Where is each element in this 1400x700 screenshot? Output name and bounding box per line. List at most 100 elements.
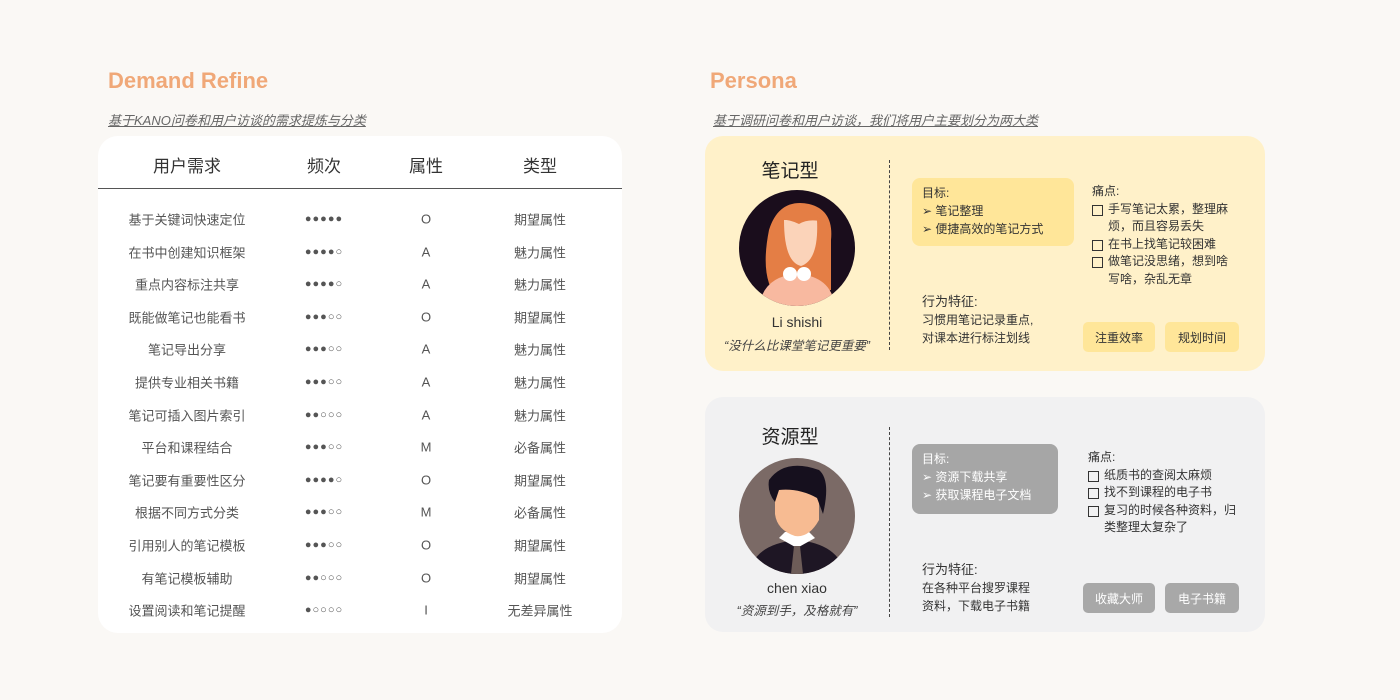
table-cell-need: 重点内容标注共享 <box>134 277 240 293</box>
table-cell-attr: I <box>424 602 428 618</box>
header-type: 类型 <box>523 157 557 176</box>
demand-table: 用户需求 频次 属性 类型 基于关键词快速定位 ●●●●● O 期望属性 在书中创建知识… <box>98 136 622 633</box>
persona-card-note: 笔记型 Li shishi “没什么比课堂笔记更重要” 目标: 笔记整理 便捷高… <box>705 136 1265 371</box>
goal-label: 目标: <box>922 452 950 466</box>
persona-quote: “资源到手，及格就有” <box>736 604 858 618</box>
table-cell-freq: ●●●●● <box>304 213 344 225</box>
persona-card-resource: 资源型 chen xiao “资源到手，及格就有” 目标: 资源下载共享 获取课… <box>705 397 1265 632</box>
pain-points: 痛点: 纸质书的查阅太麻烦 找不到课程的电子书 复习的时候各种资料，归类整理太复… <box>1088 449 1238 537</box>
persona-type: 笔记型 <box>761 161 819 182</box>
table-cell-freq: ●●●●○ <box>304 278 344 291</box>
table-cell-freq: ●●●○○ <box>304 376 344 388</box>
goal-item: 获取课程电子文档 <box>922 486 1048 504</box>
table-cell-freq: ●○○○○ <box>304 604 344 617</box>
persona-quote: “没什么比课堂笔记更重要” <box>724 339 870 353</box>
table-cell-type: 必备属性 <box>513 440 567 456</box>
tag: 收藏大师 <box>1083 583 1155 613</box>
table-cell-need: 平台和课程结合 <box>141 440 233 456</box>
table-cell-type: 魅力属性 <box>513 245 567 261</box>
table-cell-attr: O <box>420 472 432 488</box>
table-cell-need: 既能做笔记也能看书 <box>128 310 246 326</box>
goal-box: 目标: 笔记整理 便捷高效的笔记方式 <box>912 178 1074 246</box>
table-cell-freq: ●●●○○ <box>304 310 344 323</box>
goal-item: 笔记整理 <box>922 202 1064 220</box>
pain-item: 纸质书的查阅太麻烦 <box>1088 467 1238 485</box>
table-cell-freq: ●●●●○ <box>304 245 344 258</box>
avatar-girl-icon <box>739 190 855 306</box>
persona-name: Li shishi <box>771 314 823 330</box>
table-cell-need: 在书中创建知识框架 <box>128 245 246 261</box>
pain-points: 痛点: 手写笔记太累，整理麻烦，而且容易丢失 在书上找笔记较困难 做笔记没思绪，… <box>1092 183 1232 288</box>
pain-label: 痛点: <box>1092 184 1120 198</box>
header-frequency: 频次 <box>307 157 341 176</box>
pain-item: 复习的时候各种资料，归类整理太复杂了 <box>1088 502 1238 537</box>
table-cell-attr: A <box>421 374 431 390</box>
table-cell-need: 有笔记模板辅助 <box>141 571 233 587</box>
demand-subtitle: 基于KANO问卷和用户访谈的需求提炼与分类 <box>108 113 366 128</box>
table-cell-type: 魅力属性 <box>513 408 567 424</box>
table-cell-attr: A <box>421 407 431 423</box>
table-cell-attr: M <box>420 504 432 520</box>
tag: 电子书籍 <box>1165 583 1239 613</box>
pain-item: 在书上找笔记较困难 <box>1092 236 1232 254</box>
table-cell-attr: O <box>420 570 432 586</box>
table-cell-type: 期望属性 <box>513 473 567 489</box>
table-cell-freq: ●●●○○ <box>304 506 344 519</box>
persona-type: 资源型 <box>761 427 819 448</box>
table-cell-freq: ●●○○○ <box>304 408 344 421</box>
table-cell-freq: ●●○○○ <box>304 571 344 584</box>
table-cell-need: 笔记导出分享 <box>147 342 227 358</box>
behavior-label: 行为特征: <box>922 562 978 577</box>
table-cell-attr: O <box>420 537 432 553</box>
avatar-man-icon <box>739 458 855 574</box>
header-divider <box>98 188 622 189</box>
table-cell-attr: A <box>421 341 431 357</box>
behavior-line: 对课本进行标注划线 <box>922 331 1031 345</box>
header-attribute: 属性 <box>409 157 443 176</box>
table-cell-freq: ●●●●○ <box>304 473 344 486</box>
pain-item: 做笔记没思绪，想到啥写啥，杂乱无章 <box>1092 253 1232 288</box>
table-cell-need: 引用别人的笔记模板 <box>128 538 246 554</box>
goal-item: 资源下载共享 <box>922 468 1048 486</box>
table-cell-attr: M <box>420 439 432 455</box>
header-need: 用户需求 <box>153 157 221 176</box>
table-cell-need: 笔记可插入图片索引 <box>128 408 246 424</box>
pain-item: 找不到课程的电子书 <box>1088 484 1238 502</box>
table-cell-attr: A <box>421 244 431 260</box>
divider <box>889 427 890 617</box>
table-cell-type: 无差异属性 <box>507 603 573 619</box>
behavior-line: 资料，下载电子书籍 <box>922 599 1031 613</box>
table-cell-need: 设置阅读和笔记提醒 <box>128 603 246 619</box>
table-cell-freq: ●●●○○ <box>304 539 344 551</box>
table-cell-type: 期望属性 <box>513 310 567 326</box>
goal-box: 目标: 资源下载共享 获取课程电子文档 <box>912 444 1058 514</box>
behavior: 行为特征: 在各种平台搜罗课程 资料，下载电子书籍 <box>922 561 1030 615</box>
pain-label: 痛点: <box>1088 450 1116 464</box>
table-cell-freq: ●●●○○ <box>304 441 344 454</box>
tag: 注重效率 <box>1083 322 1155 352</box>
table-cell-type: 魅力属性 <box>513 277 567 293</box>
table-cell-attr: O <box>420 309 432 325</box>
table-cell-attr: O <box>420 211 432 227</box>
table-cell-type: 魅力属性 <box>513 342 567 358</box>
behavior: 行为特征: 习惯用笔记记录重点, 对课本进行标注划线 <box>922 293 1033 347</box>
table-cell-type: 期望属性 <box>513 571 567 587</box>
behavior-line: 在各种平台搜罗课程 <box>922 581 1031 595</box>
goal-label: 目标: <box>922 186 950 200</box>
persona-name: chen xiao <box>767 580 827 596</box>
table-cell-type: 魅力属性 <box>513 375 567 391</box>
tag: 规划时间 <box>1165 322 1239 352</box>
table-cell-type: 期望属性 <box>513 538 567 554</box>
table-cell-need: 基于关键词快速定位 <box>128 212 246 228</box>
persona-subtitle: 基于调研问卷和用户访谈，我们将用户主要划分为两大类 <box>713 113 1039 128</box>
table-cell-need: 根据不同方式分类 <box>134 505 240 521</box>
table-cell-freq: ●●●○○ <box>304 343 344 356</box>
persona-title: Persona <box>710 68 797 93</box>
behavior-label: 行为特征: <box>922 294 978 309</box>
behavior-line: 习惯用笔记记录重点, <box>922 313 1034 327</box>
pain-item: 手写笔记太累，整理麻烦，而且容易丢失 <box>1092 201 1232 236</box>
goal-item: 便捷高效的笔记方式 <box>922 220 1064 238</box>
demand-title: Demand Refine <box>108 68 269 93</box>
divider <box>889 160 890 350</box>
table-cell-type: 必备属性 <box>513 505 567 521</box>
